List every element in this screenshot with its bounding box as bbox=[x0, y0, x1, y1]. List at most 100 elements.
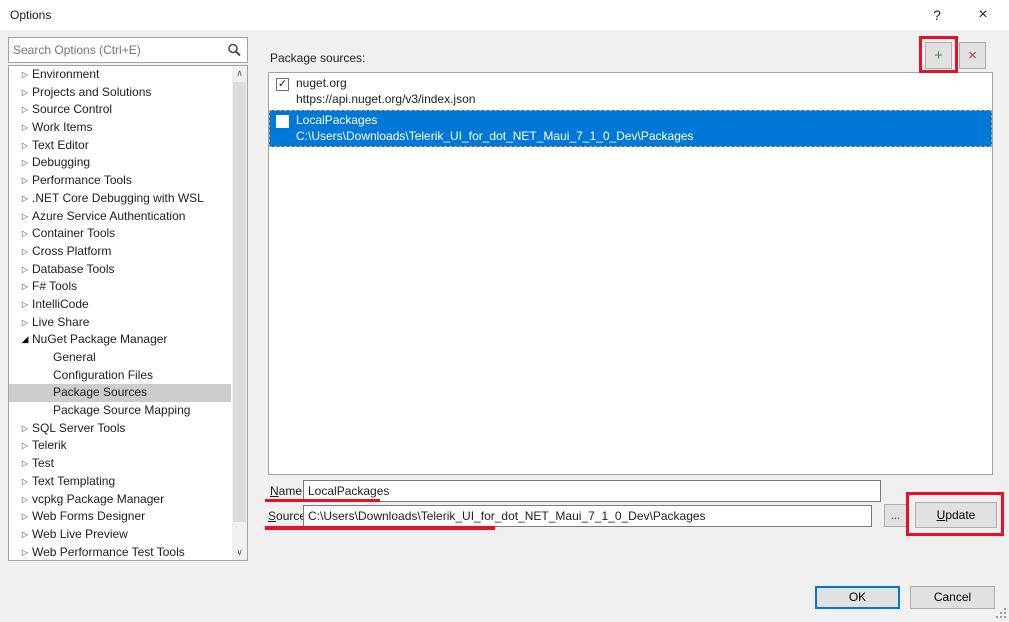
expand-icon[interactable]: ▷ bbox=[18, 101, 32, 119]
sidebar-item-label: Live Share bbox=[32, 314, 89, 332]
expand-icon[interactable]: ▷ bbox=[18, 190, 32, 208]
sidebar-item-performance-tools[interactable]: ▷Performance Tools bbox=[9, 172, 231, 190]
sidebar-item-vcpkg-package-manager[interactable]: ▷vcpkg Package Manager bbox=[9, 491, 231, 509]
scroll-thumb[interactable] bbox=[233, 82, 246, 522]
source-input[interactable] bbox=[303, 505, 872, 527]
search-input[interactable] bbox=[9, 38, 223, 62]
source-row-nuget-org[interactable]: ✓nuget.orghttps://api.nuget.org/v3/index… bbox=[269, 73, 992, 110]
sidebar-item-label: .NET Core Debugging with WSL bbox=[32, 190, 204, 208]
expand-icon[interactable]: ▷ bbox=[18, 437, 32, 455]
name-input[interactable] bbox=[303, 480, 881, 502]
expand-icon[interactable]: ▷ bbox=[18, 526, 32, 544]
sidebar-item-label: Text Templating bbox=[32, 473, 115, 491]
sidebar-item-label: Source Control bbox=[32, 101, 112, 119]
source-row-localpackages[interactable]: LocalPackagesC:\Users\Downloads\Telerik_… bbox=[269, 110, 992, 147]
ok-button[interactable]: OK bbox=[815, 586, 900, 609]
source-url: C:\Users\Downloads\Telerik_UI_for_dot_NE… bbox=[296, 129, 694, 143]
expand-icon[interactable]: ▷ bbox=[18, 314, 32, 332]
sidebar-item-label: Test bbox=[32, 455, 54, 473]
sidebar-item-label: IntelliCode bbox=[32, 296, 89, 314]
sidebar-item-text-editor[interactable]: ▷Text Editor bbox=[9, 137, 231, 155]
sidebar-item-live-share[interactable]: ▷Live Share bbox=[9, 314, 231, 332]
sidebar-item-projects-and-solutions[interactable]: ▷Projects and Solutions bbox=[9, 84, 231, 102]
expand-icon[interactable]: ▷ bbox=[18, 296, 32, 314]
scroll-down-icon[interactable]: ∨ bbox=[232, 545, 247, 560]
options-tree: ▷Environment▷Projects and Solutions▷Sour… bbox=[8, 65, 248, 561]
resize-grip[interactable] bbox=[996, 608, 1007, 619]
search-icon bbox=[226, 42, 242, 58]
sidebar-item-package-sources[interactable]: Package Sources bbox=[9, 384, 231, 402]
sidebar-item-net-core-debugging-with-wsl[interactable]: ▷.NET Core Debugging with WSL bbox=[9, 190, 231, 208]
sidebar-item-nuget-package-manager[interactable]: ◢NuGet Package Manager bbox=[9, 331, 231, 349]
sidebar-item-label: Projects and Solutions bbox=[32, 84, 151, 102]
add-source-button[interactable]: + bbox=[925, 42, 952, 69]
title-bar: Options ? × bbox=[0, 0, 1009, 30]
expand-icon[interactable]: ▷ bbox=[18, 137, 32, 155]
name-label: Name: bbox=[270, 484, 305, 498]
sidebar-item-intellicode[interactable]: ▷IntelliCode bbox=[9, 296, 231, 314]
sidebar-item-web-forms-designer[interactable]: ▷Web Forms Designer bbox=[9, 508, 231, 526]
sidebar-item-label: Database Tools bbox=[32, 261, 115, 279]
tree-scrollbar[interactable]: ∧ ∨ bbox=[232, 66, 247, 560]
scroll-up-icon[interactable]: ∧ bbox=[232, 66, 247, 81]
sidebar-item-label: Web Performance Test Tools bbox=[32, 544, 185, 561]
expand-icon[interactable]: ▷ bbox=[18, 225, 32, 243]
sidebar-item-label: F# Tools bbox=[32, 278, 77, 296]
sidebar-item-text-templating[interactable]: ▷Text Templating bbox=[9, 473, 231, 491]
sidebar-item-telerik[interactable]: ▷Telerik bbox=[9, 437, 231, 455]
expand-icon[interactable]: ▷ bbox=[18, 208, 32, 226]
expand-icon[interactable]: ▷ bbox=[18, 84, 32, 102]
sidebar-item-test[interactable]: ▷Test bbox=[9, 455, 231, 473]
expand-icon[interactable]: ▷ bbox=[18, 508, 32, 526]
sidebar-item-label: Package Source Mapping bbox=[53, 402, 190, 420]
sidebar-item-environment[interactable]: ▷Environment bbox=[9, 66, 231, 84]
expand-icon[interactable]: ▷ bbox=[18, 154, 32, 172]
sidebar-item-label: Azure Service Authentication bbox=[32, 208, 185, 226]
update-button[interactable]: Update bbox=[915, 502, 997, 528]
sidebar-item-debugging[interactable]: ▷Debugging bbox=[9, 154, 231, 172]
expand-icon[interactable]: ▷ bbox=[18, 243, 32, 261]
sidebar-item-package-source-mapping[interactable]: Package Source Mapping bbox=[9, 402, 231, 420]
browse-button[interactable]: ... bbox=[884, 504, 907, 527]
expand-icon[interactable]: ▷ bbox=[18, 473, 32, 491]
sidebar-item-work-items[interactable]: ▷Work Items bbox=[9, 119, 231, 137]
sidebar-item-web-performance-test-tools[interactable]: ▷Web Performance Test Tools bbox=[9, 544, 231, 561]
dialog-title: Options bbox=[10, 8, 51, 22]
sidebar-item-label: Package Sources bbox=[53, 384, 147, 402]
checkbox-checked-icon[interactable]: ✓ bbox=[276, 78, 289, 91]
expand-icon[interactable]: ▷ bbox=[18, 278, 32, 296]
sidebar-item-sql-server-tools[interactable]: ▷SQL Server Tools bbox=[9, 420, 231, 438]
options-dialog: Options ? × ▷Environment▷Projects and So… bbox=[0, 0, 1009, 622]
sidebar-item-configuration-files[interactable]: Configuration Files bbox=[9, 367, 231, 385]
sidebar-item-source-control[interactable]: ▷Source Control bbox=[9, 101, 231, 119]
expand-icon[interactable]: ▷ bbox=[18, 172, 32, 190]
package-sources-list: ✓nuget.orghttps://api.nuget.org/v3/index… bbox=[268, 72, 993, 475]
sidebar-item-database-tools[interactable]: ▷Database Tools bbox=[9, 261, 231, 279]
expand-icon[interactable]: ▷ bbox=[18, 261, 32, 279]
help-button[interactable]: ? bbox=[920, 2, 954, 28]
expand-icon[interactable]: ▷ bbox=[18, 119, 32, 137]
expand-icon[interactable]: ▷ bbox=[18, 420, 32, 438]
remove-source-button[interactable]: × bbox=[959, 42, 986, 69]
cancel-button[interactable]: Cancel bbox=[910, 586, 995, 609]
sidebar-item-f-tools[interactable]: ▷F# Tools bbox=[9, 278, 231, 296]
sidebar-item-general[interactable]: General bbox=[9, 349, 231, 367]
search-box bbox=[8, 37, 248, 63]
checkbox-unchecked-icon[interactable] bbox=[276, 115, 289, 128]
close-icon[interactable]: × bbox=[966, 2, 1000, 28]
sidebar-item-label: Configuration Files bbox=[53, 367, 153, 385]
expand-icon[interactable]: ▷ bbox=[18, 66, 32, 84]
sidebar-item-container-tools[interactable]: ▷Container Tools bbox=[9, 225, 231, 243]
expand-icon[interactable]: ▷ bbox=[18, 455, 32, 473]
sidebar-item-cross-platform[interactable]: ▷Cross Platform bbox=[9, 243, 231, 261]
sidebar-item-label: Text Editor bbox=[32, 137, 89, 155]
sidebar-item-label: Web Live Preview bbox=[32, 526, 128, 544]
expand-icon[interactable]: ▷ bbox=[18, 491, 32, 509]
sidebar-item-label: SQL Server Tools bbox=[32, 420, 125, 438]
sidebar-item-azure-service-authentication[interactable]: ▷Azure Service Authentication bbox=[9, 208, 231, 226]
sidebar-item-label: Work Items bbox=[32, 119, 92, 137]
collapse-icon[interactable]: ◢ bbox=[18, 331, 32, 349]
source-name: nuget.org bbox=[296, 76, 347, 90]
sidebar-item-web-live-preview[interactable]: ▷Web Live Preview bbox=[9, 526, 231, 544]
expand-icon[interactable]: ▷ bbox=[18, 544, 32, 561]
